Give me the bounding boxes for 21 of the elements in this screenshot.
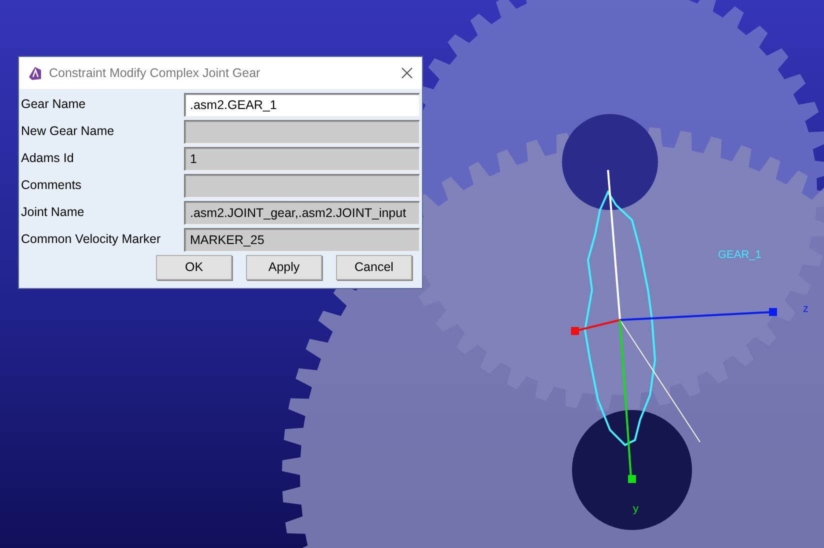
input-field[interactable]: .asm2.JOINT_gear,.asm2.JOINT_input xyxy=(184,200,420,224)
app-logo-icon xyxy=(27,65,43,81)
window-title: Constraint Modify Complex Joint Gear xyxy=(49,64,262,82)
field-label: Common Velocity Marker xyxy=(21,231,162,248)
axis-label: y xyxy=(633,503,638,515)
dialog-button[interactable]: OK xyxy=(156,255,232,280)
gear-label: GEAR_1 xyxy=(718,249,762,261)
dialog-button[interactable]: Cancel xyxy=(336,255,412,280)
field-label: Comments xyxy=(21,177,82,194)
dialog-button[interactable]: Apply xyxy=(246,255,322,280)
close-icon[interactable] xyxy=(400,66,414,80)
input-field[interactable]: .asm2.GEAR_1 xyxy=(184,92,420,116)
field-label: Adams Id xyxy=(21,150,75,168)
input-field[interactable]: 1 xyxy=(184,146,420,170)
axis-label: z xyxy=(803,303,808,315)
field-label: Gear Name xyxy=(21,96,87,114)
field-label: Joint Name xyxy=(21,204,86,222)
input-field[interactable] xyxy=(184,174,420,198)
input-field[interactable]: MARKER_25 xyxy=(184,228,420,252)
field-label: New Gear Name xyxy=(21,123,116,140)
input-field[interactable] xyxy=(184,120,420,144)
